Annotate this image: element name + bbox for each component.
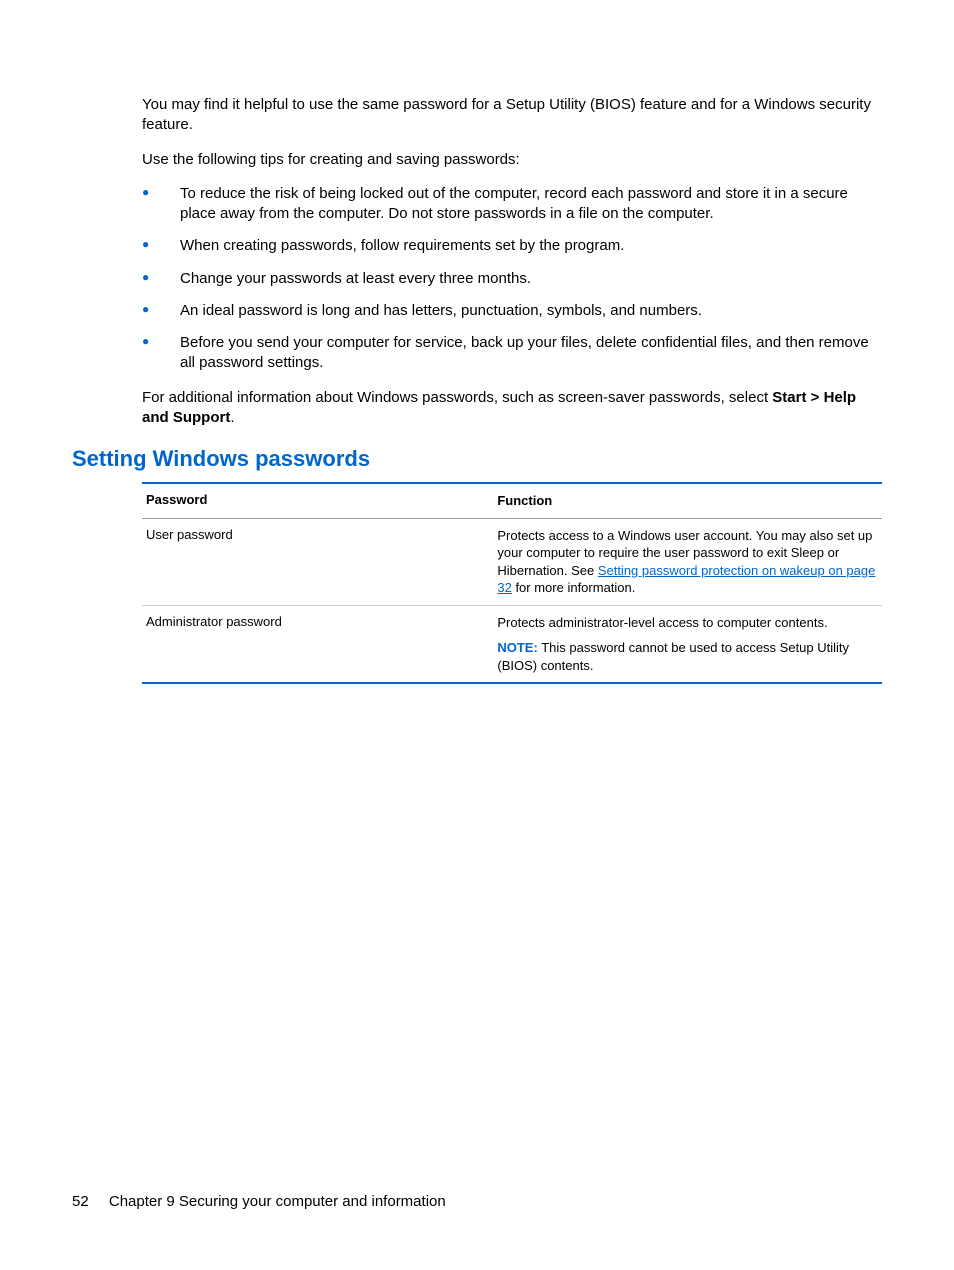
closing-text-before: For additional information about Windows… <box>142 389 772 406</box>
closing-text-after: . <box>230 409 234 426</box>
page-number: 52 <box>72 1193 89 1210</box>
note-block: NOTE: This password cannot be used to ac… <box>497 639 878 674</box>
table-cell-label: Administrator password <box>146 614 497 675</box>
page-content: You may find it helpful to use the same … <box>0 0 954 684</box>
intro-para-1: You may find it helpful to use the same … <box>142 95 882 136</box>
table-header-password: Password <box>146 492 497 510</box>
tips-list: To reduce the risk of being locked out o… <box>142 184 882 374</box>
tip-item: When creating passwords, follow requirem… <box>142 236 882 256</box>
tip-item: To reduce the risk of being locked out o… <box>142 184 882 225</box>
table-cell-function: Protects administrator-level access to c… <box>497 614 878 675</box>
section-heading: Setting Windows passwords <box>72 446 882 472</box>
table-cell-label: User password <box>146 527 497 597</box>
note-label: NOTE: <box>497 640 537 655</box>
password-table: Password Function User password Protects… <box>142 482 882 684</box>
table-cell-function: Protects access to a Windows user accoun… <box>497 527 878 597</box>
table-row: Administrator password Protects administ… <box>142 606 882 683</box>
tip-item: Change your passwords at least every thr… <box>142 269 882 289</box>
intro-para-2: Use the following tips for creating and … <box>142 150 882 170</box>
row2-desc: Protects administrator-level access to c… <box>497 614 878 632</box>
table-header-function: Function <box>497 492 878 510</box>
tip-item: Before you send your computer for servic… <box>142 333 882 374</box>
closing-para: For additional information about Windows… <box>142 388 882 429</box>
chapter-label: Chapter 9 Securing your computer and inf… <box>109 1193 446 1210</box>
page-footer: 52 Chapter 9 Securing your computer and … <box>72 1193 446 1210</box>
table-header-row: Password Function <box>142 484 882 519</box>
note-text: This password cannot be used to access S… <box>497 640 849 673</box>
tip-item: An ideal password is long and has letter… <box>142 301 882 321</box>
row1-desc-after: for more information. <box>512 580 636 595</box>
table-row: User password Protects access to a Windo… <box>142 519 882 606</box>
